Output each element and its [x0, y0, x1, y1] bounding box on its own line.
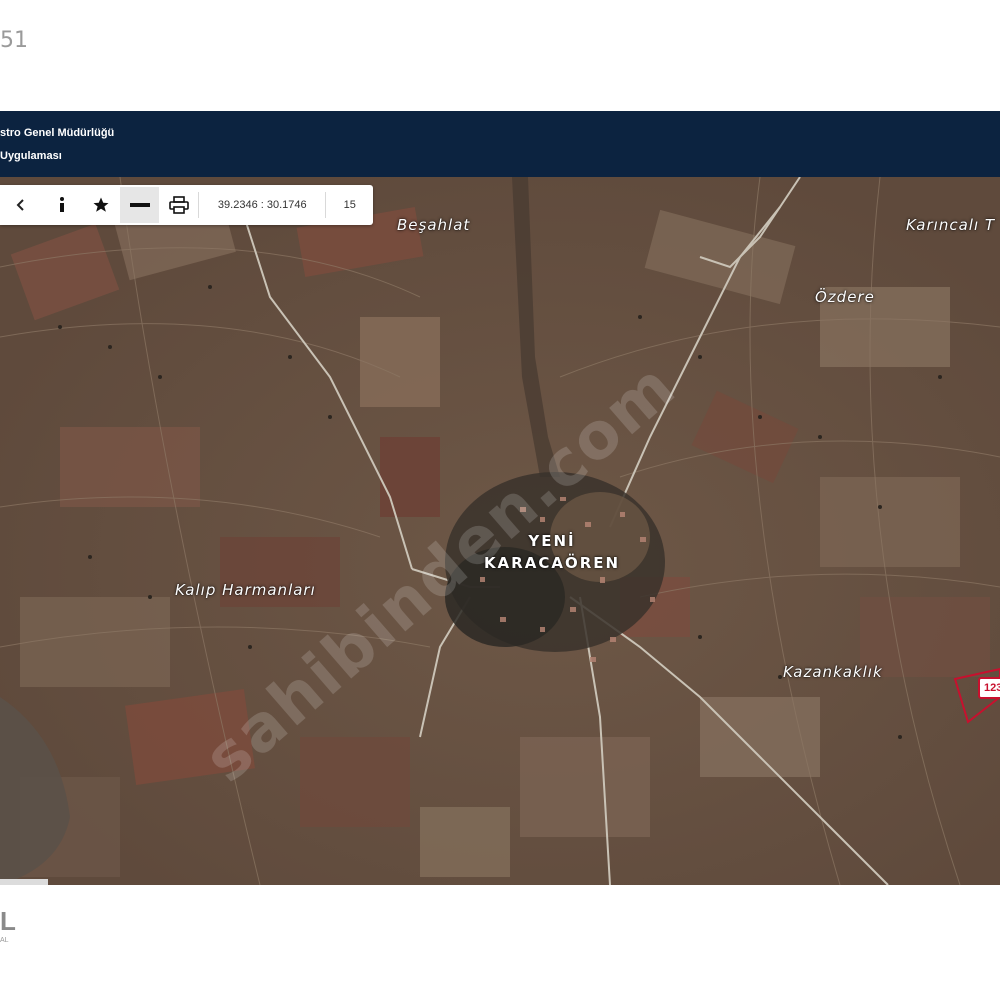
- star-icon[interactable]: [82, 187, 121, 223]
- footer-logo-sub: AL: [0, 937, 9, 944]
- map-toolbar: 39.2346 : 30.1746 15: [0, 185, 373, 225]
- agency-title: stro Genel Müdürlüğü: [0, 127, 115, 139]
- place-label-karincali: Karıncalı T: [906, 216, 996, 234]
- village-label-line2: KARACAÖREN: [483, 554, 621, 572]
- parcel-number-label[interactable]: 123: [978, 677, 1000, 699]
- print-icon[interactable]: [159, 187, 198, 223]
- coordinate-readout: 39.2346 : 30.1746: [217, 199, 307, 211]
- footer-logo-mark: L: [0, 906, 16, 936]
- scale-bar: [0, 879, 48, 885]
- place-label-kalip-harmanlari: Kalıp Harmanları: [175, 581, 316, 599]
- info-icon[interactable]: [43, 187, 82, 223]
- place-label-ozdere: Özdere: [815, 288, 875, 306]
- zoom-level-readout: 15: [343, 199, 356, 211]
- back-icon[interactable]: [0, 187, 43, 223]
- place-label-besahlat: Beşahlat: [397, 216, 471, 234]
- village-label-line1: YENİ: [528, 532, 576, 550]
- page-number: 51: [0, 28, 28, 53]
- place-label-kazankaklik: Kazankaklık: [783, 663, 883, 681]
- app-subtitle: Uygulaması: [0, 150, 62, 162]
- app-header: stro Genel Müdürlüğü Uygulaması: [0, 111, 1000, 177]
- measure-line-icon[interactable]: [120, 187, 160, 223]
- village-label: YENİ KARACAÖREN: [464, 530, 640, 574]
